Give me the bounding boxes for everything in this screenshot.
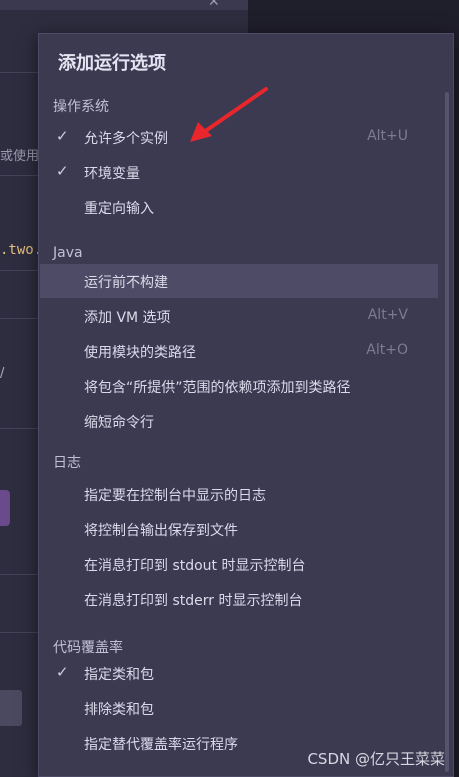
menu-item-shortcut: Alt+O xyxy=(366,342,408,358)
menu-item-shortcut: Alt+V xyxy=(367,307,408,323)
menu-item-label: 排除类和包 xyxy=(84,702,154,718)
background-partial-text: 或使用 xyxy=(0,149,40,164)
popup-title: 添加运行选项 xyxy=(58,53,166,74)
watermark: CSDN @亿只王菜菜 xyxy=(307,750,445,768)
group-header: 操作系统 xyxy=(53,99,109,115)
background-slash: / xyxy=(0,366,5,381)
background-button[interactable] xyxy=(0,690,22,726)
menu-item-label: 在消息打印到 stderr 时显示控制台 xyxy=(84,593,303,609)
divider xyxy=(0,175,40,176)
divider xyxy=(0,318,40,319)
check-icon: ✓ xyxy=(56,663,69,681)
menu-item-label: 将包含“所提供”范围的依赖项添加到类路径 xyxy=(84,380,351,396)
menu-item[interactable]: ✓ 环境变量 xyxy=(40,155,438,189)
background-button[interactable] xyxy=(0,490,10,526)
menu-item[interactable]: 添加 VM 选项 Alt+V xyxy=(40,299,438,333)
menu-item-label: 将控制台输出保存到文件 xyxy=(84,523,238,539)
menu-item[interactable]: 指定要在控制台中显示的日志 xyxy=(40,477,438,511)
menu-item[interactable]: 缩短命令行 xyxy=(40,404,438,438)
divider xyxy=(0,632,40,633)
group-header: 代码覆盖率 xyxy=(53,640,123,656)
background-code-fragment: .two. xyxy=(0,242,43,258)
scrollbar[interactable] xyxy=(445,92,449,772)
menu-item[interactable]: 在消息打印到 stderr 时显示控制台 xyxy=(40,582,438,616)
annotation-arrow-icon xyxy=(190,87,268,142)
menu-item-label: 在消息打印到 stdout 时显示控制台 xyxy=(84,558,306,574)
menu-item-label: 指定替代覆盖率运行程序 xyxy=(84,737,238,753)
menu-item-label: 添加 VM 选项 xyxy=(84,310,171,326)
menu-item[interactable]: 使用模块的类路径 Alt+O xyxy=(40,334,438,368)
divider xyxy=(0,72,40,73)
menu-item-shortcut: Alt+U xyxy=(367,128,408,144)
divider xyxy=(0,428,40,429)
menu-item-label: 环境变量 xyxy=(84,166,140,182)
menu-item-label: 缩短命令行 xyxy=(84,415,154,431)
check-icon: ✓ xyxy=(56,127,69,145)
divider xyxy=(0,270,40,271)
menu-item[interactable]: 运行前不构建 xyxy=(40,264,438,298)
menu-item-label: 运行前不构建 xyxy=(84,275,168,291)
group-header: Java xyxy=(53,245,83,261)
menu-item[interactable]: 排除类和包 xyxy=(40,691,438,725)
menu-item[interactable]: 在消息打印到 stdout 时显示控制台 xyxy=(40,547,438,581)
menu-item[interactable]: 将包含“所提供”范围的依赖项添加到类路径 xyxy=(40,369,438,403)
menu-item[interactable]: 重定向输入 xyxy=(40,190,438,224)
group-header: 日志 xyxy=(53,455,81,471)
check-icon: ✓ xyxy=(56,162,69,180)
menu-item-label: 使用模块的类路径 xyxy=(84,345,196,361)
menu-item-label: 重定向输入 xyxy=(84,201,154,217)
divider xyxy=(0,574,40,575)
menu-item[interactable]: 将控制台输出保存到文件 xyxy=(40,512,438,546)
menu-item[interactable]: ✓ 指定类和包 xyxy=(40,656,438,690)
menu-item-label: 指定要在控制台中显示的日志 xyxy=(84,488,266,504)
menu-item-label: 允许多个实例 xyxy=(84,131,168,147)
menu-item-label: 指定类和包 xyxy=(84,667,154,683)
close-icon[interactable]: ✕ xyxy=(208,0,220,10)
